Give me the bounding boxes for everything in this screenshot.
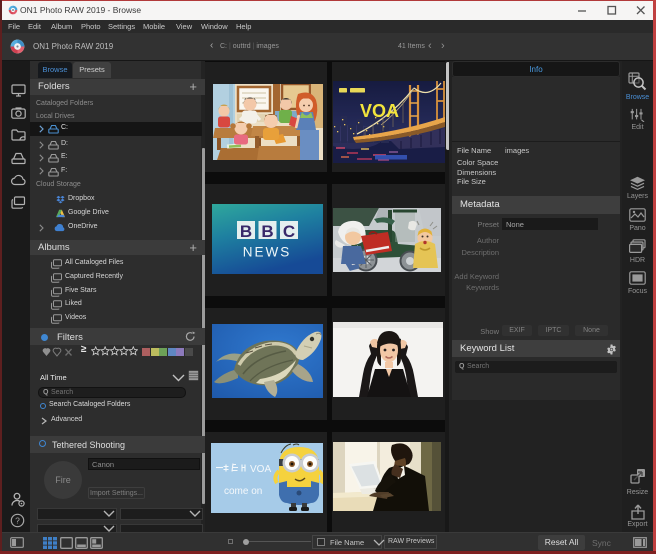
svg-text:?: ? [15, 516, 20, 526]
svg-text:B: B [240, 222, 252, 241]
svg-text:come on: come on [224, 486, 262, 497]
svg-text:C: C [283, 222, 295, 241]
svg-text:B: B [261, 222, 273, 241]
svg-text:NEWS: NEWS [243, 245, 292, 260]
svg-text:VOA: VOA [360, 101, 399, 121]
svg-text:VOA: VOA [250, 464, 271, 475]
